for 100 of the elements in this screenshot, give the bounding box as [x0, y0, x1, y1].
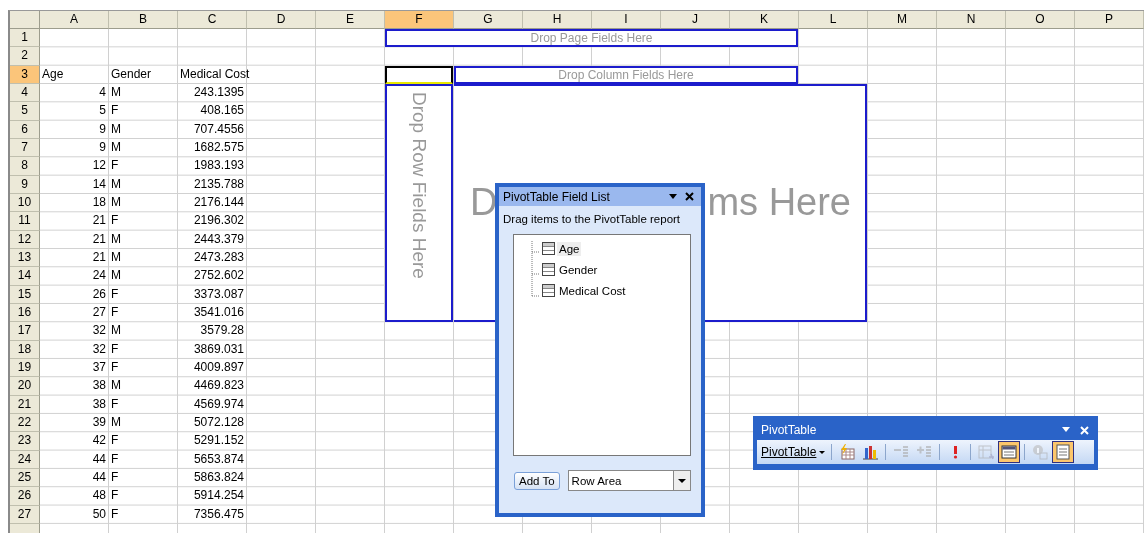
show-detail-icon — [916, 444, 933, 460]
table-cell-text: M — [110, 84, 122, 101]
column-header[interactable]: A — [40, 11, 109, 29]
field-icon — [542, 242, 555, 255]
document-icon — [1055, 444, 1072, 460]
field-item[interactable]: Medical Cost — [557, 283, 628, 298]
table-cell-text: F — [110, 285, 120, 303]
table-cell-text: F — [110, 340, 120, 358]
toolbar-title: PivotTable — [761, 423, 818, 437]
column-header[interactable]: K — [730, 11, 799, 29]
column-header[interactable]: J — [661, 11, 730, 29]
table-cell-text: F — [110, 432, 120, 450]
drop-data-text: D — [470, 182, 498, 222]
table-cell-text: 4569.974 — [192, 395, 245, 413]
row-header[interactable]: 23 — [10, 432, 40, 451]
row-header[interactable]: 2 — [10, 47, 40, 66]
table-cell-text: 4009.897 — [192, 358, 245, 376]
table-cell-text: F — [110, 450, 120, 468]
area-dropdown[interactable]: Row Area — [567, 470, 691, 491]
table-cell-text: 44 — [91, 468, 107, 486]
table-cell-text: 38 — [91, 377, 107, 395]
table-cell-text: 3541.016 — [192, 303, 245, 321]
column-header[interactable]: N — [937, 11, 1006, 29]
hide-detail-icon — [893, 444, 910, 460]
caret-icon — [678, 478, 686, 483]
close-icon[interactable] — [684, 191, 695, 202]
toolbar-button[interactable] — [1052, 441, 1075, 463]
active-cell[interactable] — [385, 65, 453, 84]
table-cell-text: 27 — [91, 303, 107, 321]
drop-data-text: ms Here — [707, 182, 851, 222]
row-header[interactable]: 26 — [10, 487, 40, 506]
table-cell-text: 21 — [91, 248, 107, 266]
table-cell-text: 3373.087 — [192, 285, 245, 303]
format-report-icon — [839, 444, 856, 460]
pivottable-menu[interactable]: PivotTable — [759, 445, 828, 459]
column-header[interactable]: E — [316, 11, 385, 29]
row-header[interactable]: 1 — [10, 29, 40, 48]
table-cell-text: 18 — [91, 193, 107, 211]
table-cell-text: 408.165 — [199, 102, 245, 120]
table-cell-text: 38 — [91, 395, 107, 413]
table-cell-text: 5863.824 — [192, 468, 245, 486]
column-header[interactable]: G — [454, 11, 523, 29]
field-item[interactable]: Age — [557, 241, 582, 256]
table-cell-text: F — [110, 303, 120, 321]
table-cell-text: 50 — [91, 505, 107, 523]
column-header[interactable]: O — [1006, 11, 1075, 29]
table-cell-text: 2135.788 — [192, 175, 245, 193]
column-header[interactable]: B — [109, 11, 178, 29]
table-cell-text: 5291.152 — [192, 432, 245, 450]
table-cell-text: 3869.031 — [192, 340, 245, 358]
table-cell-text: M — [110, 138, 122, 156]
table-cell-text: 5653.874 — [192, 450, 245, 468]
table-cell-text: F — [110, 468, 120, 486]
table-cell-text: 44 — [91, 450, 107, 468]
table-cell-text: 1682.575 — [192, 138, 245, 156]
table-cell-text: F — [110, 157, 120, 175]
table-cell-text: M — [110, 377, 122, 395]
table-cell-text: 39 — [91, 413, 107, 431]
table-cell-text: 2752.602 — [192, 267, 245, 285]
table-cell-text: 2473.283 — [192, 248, 245, 266]
table-cell-text: 21 — [91, 212, 107, 230]
table-cell-text: 707.4556 — [192, 120, 245, 138]
table-cell-text: M — [110, 267, 122, 285]
column-header[interactable]: L — [799, 11, 868, 29]
table-cell-text: 4 — [98, 84, 107, 101]
table-cell-text: Age — [41, 65, 65, 83]
table-cell-text: 2176.144 — [192, 193, 245, 211]
bar-chart-icon — [862, 444, 879, 460]
field-item[interactable]: Gender — [557, 262, 600, 277]
table-cell-text: M — [110, 230, 122, 248]
table-cell-text: 42 — [91, 432, 107, 450]
table-cell-text: F — [110, 505, 120, 523]
column-header[interactable]: I — [592, 11, 661, 29]
table-cell-text: 9 — [98, 120, 107, 138]
caret-icon — [819, 450, 826, 454]
row-header[interactable]: 11 — [10, 212, 40, 231]
row-header[interactable]: 5 — [10, 102, 40, 121]
column-header[interactable]: D — [247, 11, 316, 29]
table-cell-text: 32 — [91, 322, 107, 340]
row-header[interactable]: 17 — [10, 322, 40, 341]
column-header[interactable]: M — [868, 11, 937, 29]
table-cell-text: F — [110, 102, 120, 120]
toolbar-button[interactable] — [998, 441, 1021, 463]
table-cell-text: 12 — [91, 157, 107, 175]
instruction-text: Drag items to the PivotTable report — [502, 212, 682, 227]
add-to-button[interactable]: Add To — [514, 471, 560, 490]
row-header[interactable]: 20 — [10, 377, 40, 396]
table-cell-text: M — [110, 175, 122, 193]
tree-lines-icon — [531, 241, 541, 297]
table-cell-text: F — [110, 395, 120, 413]
table-cell-text: M — [110, 193, 122, 211]
row-header[interactable]: 14 — [10, 267, 40, 286]
table-cell-text: 5072.128 — [192, 413, 245, 431]
table-cell-text: F — [110, 212, 120, 230]
column-header[interactable]: F — [385, 11, 454, 29]
row-header[interactable]: 8 — [10, 157, 40, 176]
column-header[interactable]: P — [1075, 11, 1144, 29]
column-header[interactable]: H — [523, 11, 592, 29]
info-icon — [1032, 444, 1049, 460]
column-header[interactable]: C — [178, 11, 247, 29]
